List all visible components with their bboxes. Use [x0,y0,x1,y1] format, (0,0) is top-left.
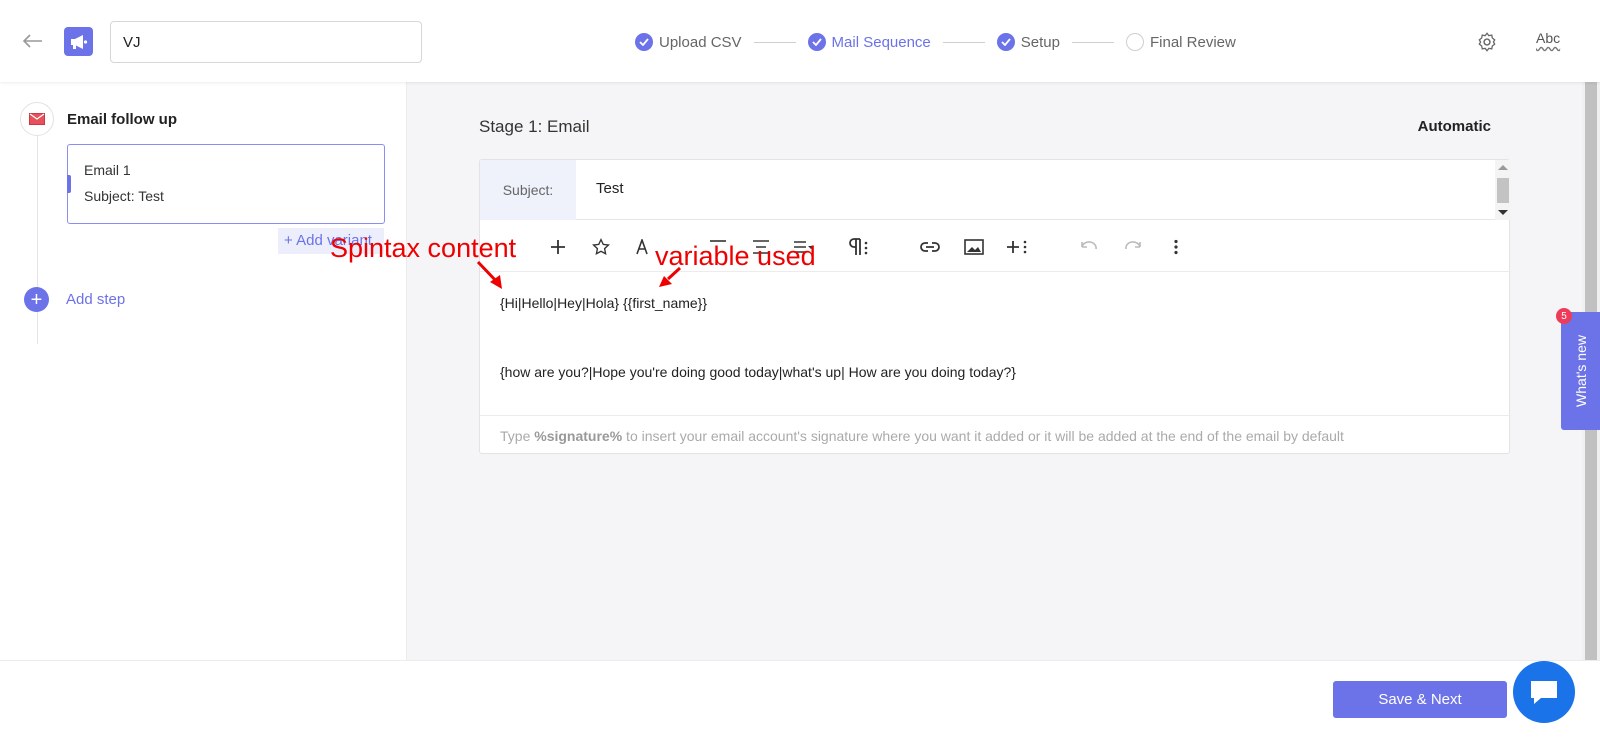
link-icon[interactable] [917,234,943,260]
scroll-thumb[interactable] [1497,178,1509,203]
insert-more-icon[interactable] [1004,234,1030,260]
undo-icon[interactable] [1076,234,1102,260]
email-card-subject: Subject: Test [84,188,164,204]
spellcheck-button[interactable]: Abc [1536,30,1560,46]
step-upload-csv[interactable]: Upload CSV [635,33,742,51]
subject-label: Subject: [480,160,576,220]
email-card-title: Email 1 [84,162,131,178]
email-body-line-1[interactable]: {Hi|Hello|Hey|Hola} {{first_name}} [500,295,707,311]
variable-annotation: variable used [655,241,816,271]
spintax-annotation: Spintax content [330,233,517,263]
campaign-megaphone-icon [64,27,93,56]
back-arrow-icon[interactable] [20,28,46,54]
step-label: Mail Sequence [831,33,931,51]
notification-badge: 5 [1556,308,1572,324]
add-step-button[interactable]: + Add step [24,287,125,312]
empty-circle-icon [1125,33,1144,51]
plus-circle-icon: + [24,287,49,312]
whats-new-tab[interactable]: What's new [1561,312,1600,430]
save-next-button[interactable]: Save & Next [1333,681,1507,718]
redo-icon[interactable] [1120,234,1146,260]
sequence-sidebar: Email follow up Email 1 Subject: Test + … [0,82,407,660]
signature-hint-suffix: to insert your email account's signature… [622,428,1344,444]
step-final-review[interactable]: Final Review [1125,33,1236,51]
step-label: Upload CSV [659,33,742,51]
campaign-name-input[interactable] [110,21,422,63]
top-header: Upload CSV Mail Sequence Setup Final Rev… [0,0,1600,82]
sequence-connector-line [37,134,38,344]
step-label: Final Review [1149,33,1236,51]
email-step-card[interactable]: Email 1 Subject: Test [67,144,385,224]
star-icon[interactable] [588,234,614,260]
check-circle-icon [635,33,653,51]
step-setup[interactable]: Setup [996,33,1060,51]
email-body-line-2[interactable]: {how are you?|Hope you're doing good tod… [500,364,1016,380]
more-vertical-icon[interactable] [1163,234,1189,260]
step-connector [942,41,985,43]
editor-toolbar [480,222,1511,272]
signature-token: %signature% [534,428,623,444]
send-mode-label[interactable]: Automatic [1418,118,1491,135]
subject-scrollbar[interactable] [1495,160,1511,220]
subject-row: Subject: Test [480,160,1511,220]
gear-icon[interactable] [1476,31,1498,53]
whats-new-label: What's new [1572,335,1589,407]
progress-stepper: Upload CSV Mail Sequence Setup Final Rev… [635,32,1236,52]
step-label: Setup [1020,33,1060,51]
step-connector [753,41,796,43]
insert-plus-icon[interactable] [545,234,571,260]
sequence-title: Email follow up [67,111,178,128]
signature-hint: Type %signature% to insert your email ac… [500,428,1344,444]
paragraph-format-icon[interactable] [845,234,871,260]
signature-hint-row: Type %signature% to insert your email ac… [480,415,1511,455]
subject-input[interactable]: Test [596,180,624,197]
step-connector [1071,41,1114,43]
envelope-icon [20,102,54,136]
step-mail-sequence[interactable]: Mail Sequence [807,33,931,51]
image-icon[interactable] [961,234,987,260]
email-editor-area: Stage 1: Email Automatic Subject: Test {… [407,82,1582,660]
stage-title: Stage 1: Email [479,117,590,136]
scroll-up-icon[interactable] [1498,165,1508,170]
footer-bar: Save & Next [0,660,1600,743]
add-step-label: Add step [66,291,126,308]
check-circle-icon [807,33,826,51]
email-editor: Subject: Test {Hi|Hello|Hey|Hola} {{firs… [479,159,1511,455]
check-circle-icon [996,33,1015,51]
selected-indicator [67,175,71,193]
chat-icon[interactable] [1513,661,1575,723]
signature-hint-prefix: Type [500,428,535,444]
scroll-down-icon[interactable] [1498,210,1508,215]
